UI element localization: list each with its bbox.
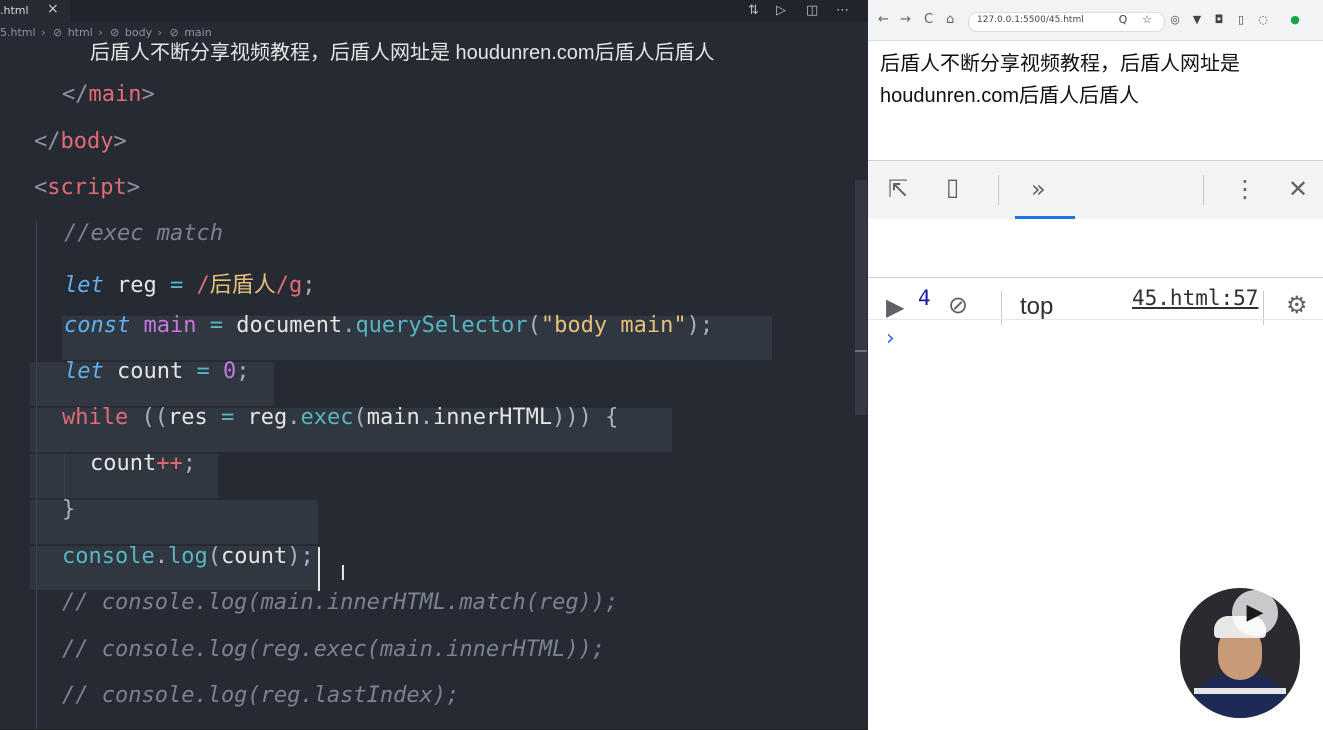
console-prompt-icon[interactable]: › [886,326,895,351]
code-line-count-increment: count++; [90,451,196,476]
presenter-stripe [1194,688,1286,694]
breadcrumb-file[interactable]: 5.html [0,26,36,39]
console-log-source-link[interactable]: 45.html:57 [1132,286,1258,310]
chevron-right-icon: › [41,26,46,39]
code-line-comment: // console.log(main.innerHTML.match(reg)… [62,590,619,615]
extension-icon[interactable]: ◘ [1212,13,1226,27]
element-icon: ⊘ [52,26,63,39]
console-toolbar: ▶ ⊘ top ⚙ [868,219,1323,325]
code-line-let-count: let count = 0; [64,359,250,384]
compare-icon[interactable]: ⇅ [748,3,759,18]
bookmark-star-icon[interactable]: ☆ [1140,13,1154,27]
play-icon[interactable]: ▶ [1232,590,1278,636]
reload-icon[interactable]: C [924,12,933,27]
code-line-comment: // console.log(reg.exec(main.innerHTML))… [62,637,606,662]
code-line-const-main: const main = document.querySelector("bod… [64,313,714,338]
code-line-comment: //exec match [64,221,223,246]
console-log-row: 4 45.html:57 [868,277,1323,320]
forward-icon[interactable]: → [900,12,911,27]
zoom-icon[interactable]: Q [1116,13,1130,27]
address-bar: ← → C ⌂ 127.0.0.1:5500/45.html Q ☆ ◎ ▼ ◘… [868,0,1323,41]
split-editor-icon[interactable]: ◫ [806,3,818,18]
code-line-text: 后盾人不断分享视频教程，后盾人网址是 houdunren.com后盾人后盾人 [90,42,715,64]
device-toolbar-icon[interactable]: ▯ [946,173,959,201]
more-actions-icon[interactable]: ⋯ [836,3,849,18]
code-line-console-log: console.log(count); [62,544,314,569]
more-tabs-icon[interactable]: » [1031,175,1046,203]
code-line-close-main: </main> [62,82,155,107]
code-line-comment: // console.log(reg.lastIndex); [62,683,460,708]
profile-icon[interactable]: ● [1288,13,1302,27]
page-content: 后盾人不断分享视频教程，后盾人网址是 houdunren.com后盾人后盾人 [880,53,1240,107]
code-editor[interactable]: .html × ⇅ ▷ ◫ ⋯ 5.html › ⊘ html › ⊘ body… [0,0,868,729]
url-text: 127.0.0.1:5500/45.html [977,15,1084,25]
home-icon[interactable]: ⌂ [946,12,954,27]
vertical-scrollbar[interactable] [855,180,867,415]
console-log-value: 4 [918,286,931,310]
back-icon[interactable]: ← [878,12,889,27]
breadcrumb-html[interactable]: html [68,26,93,39]
extension-icon[interactable]: ▯ [1234,13,1248,27]
toolbar-divider [1203,175,1204,205]
mouse-ibeam-icon: I [340,561,346,585]
code-line-let-reg: let reg = /后盾人/g; [64,272,316,298]
editor-tab-label: .html [0,4,29,17]
extension-icon[interactable]: ◌ [1256,13,1270,27]
toolbar-divider [998,175,999,205]
close-icon[interactable]: ✕ [1288,175,1308,203]
code-line-close-brace: } [62,497,76,522]
extension-icon[interactable]: ◎ [1168,13,1182,27]
code-line-while: while ((res = reg.exec(main.innerHTML)))… [62,405,619,430]
overview-ruler-marker [855,350,867,352]
devtools-toolbar: ⇱ ▯ » ⋮ ✕ [868,161,1323,220]
editor-tab-bar: .html × ⇅ ▷ ◫ ⋯ [0,0,868,22]
kebab-menu-icon[interactable]: ⋮ [1233,175,1257,203]
presenter-body [1194,676,1286,718]
inspect-element-icon[interactable]: ⇱ [888,175,908,203]
close-icon[interactable]: × [47,1,59,17]
code-line-close-body: </body> [34,129,127,154]
code-line-script-open: <script> [34,175,140,200]
run-icon[interactable]: ▷ [776,3,786,18]
url-field[interactable]: 127.0.0.1:5500/45.html [968,12,1165,32]
text-cursor [318,547,320,591]
editor-tab[interactable]: .html × [0,0,70,22]
extension-icon[interactable]: ▼ [1190,13,1204,27]
